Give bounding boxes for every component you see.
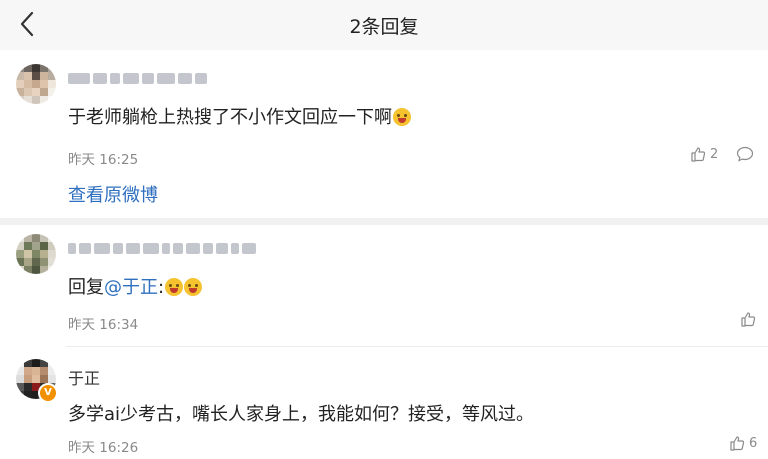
like-button[interactable]: 6 <box>729 435 757 451</box>
avatar[interactable] <box>16 64 56 104</box>
comment-card: V 于正 多学ai少考古，嘴长人家身上，我能如何？接受，等风过。 昨天 16:2… <box>0 347 768 459</box>
comment-time: 昨天 16:26 <box>68 440 139 456</box>
thumbs-up-icon <box>691 147 706 162</box>
like-button[interactable] <box>740 311 760 327</box>
comment-button[interactable] <box>736 146 754 166</box>
comment-card: 于老师躺枪上热搜了不小作文回应一下啊 昨天 16:25 2 查看原微博 <box>0 50 768 218</box>
like-button[interactable]: 2 <box>690 146 718 162</box>
like-count: 6 <box>749 435 758 451</box>
emoji-tongue-icon <box>165 278 184 296</box>
thumbs-up-icon <box>741 312 756 327</box>
verified-badge-icon: V <box>38 383 58 403</box>
comment-card: 回复@于正: 昨天 16:34 <box>0 225 768 345</box>
thumbs-up-icon <box>730 436 745 451</box>
comment-icon <box>736 146 754 162</box>
emoji-laugh-icon <box>393 108 411 126</box>
view-original-post-link[interactable]: 查看原微博 <box>68 181 158 207</box>
section-divider <box>0 218 768 225</box>
username[interactable]: 于正 <box>68 365 100 389</box>
emoji-tongue-icon <box>184 278 203 296</box>
nav-bar: 2条回复 <box>0 0 768 50</box>
page-title: 2条回复 <box>349 16 419 38</box>
comment-text: 于老师躺枪上热搜了不小作文回应一下啊 <box>68 103 411 129</box>
avatar[interactable] <box>16 234 56 274</box>
mention-link[interactable]: @于正 <box>104 277 158 298</box>
comment-time: 昨天 16:25 <box>68 152 139 168</box>
comment-text: 多学ai少考古，嘴长人家身上，我能如何？接受，等风过。 <box>68 404 535 425</box>
comment-time: 昨天 16:34 <box>68 317 139 333</box>
username-blurred[interactable] <box>68 239 256 257</box>
like-count: 2 <box>710 146 719 162</box>
username-blurred[interactable] <box>68 69 207 87</box>
reply-text: 回复@于正: <box>68 273 203 299</box>
